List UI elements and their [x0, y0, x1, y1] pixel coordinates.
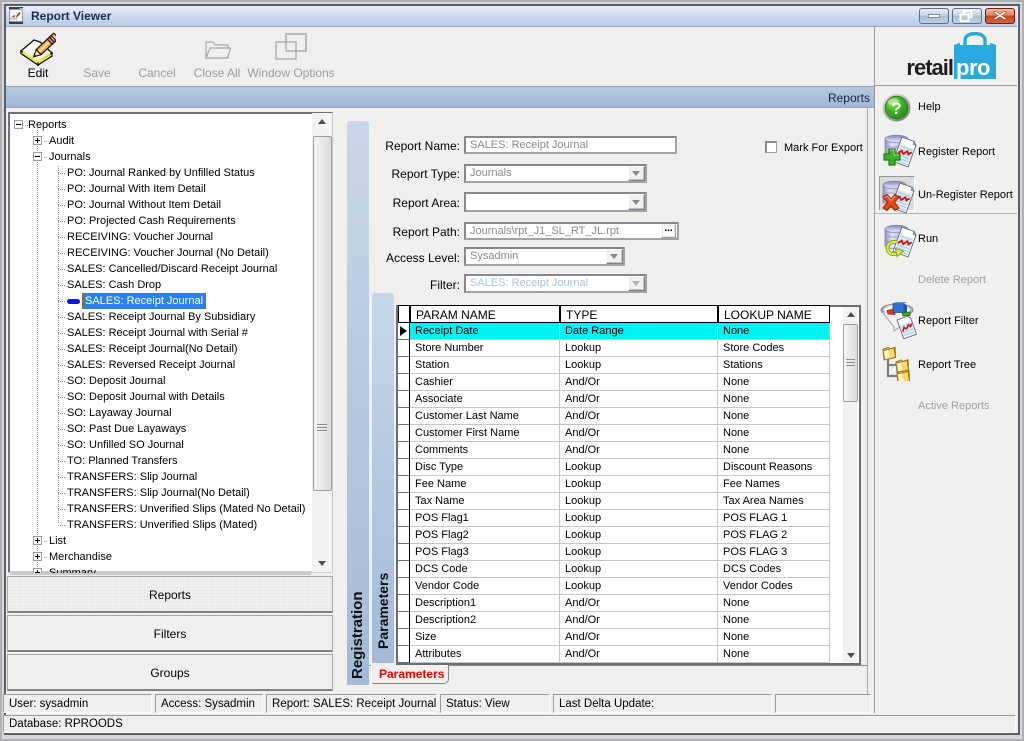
svg-text:?: ? — [891, 99, 901, 118]
